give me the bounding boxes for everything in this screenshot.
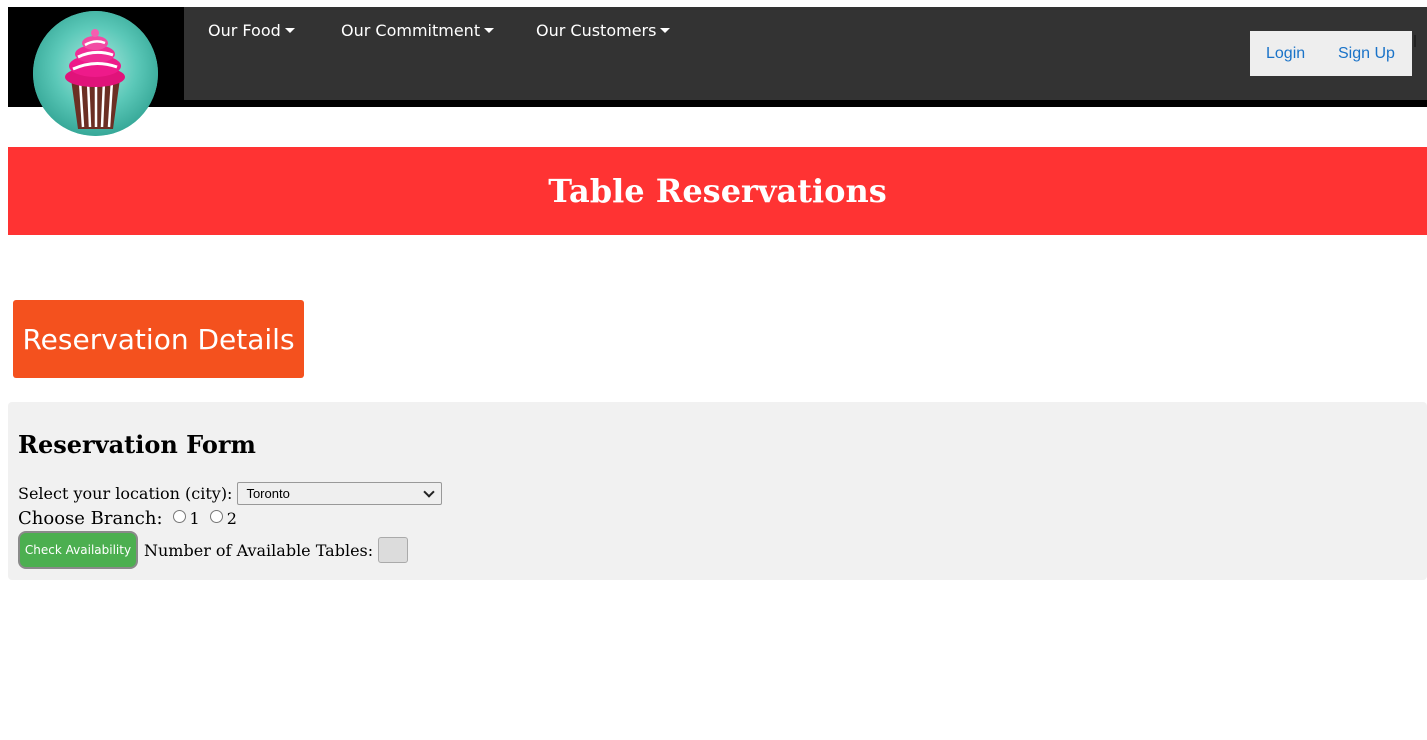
check-availability-button[interactable]: Check Availability — [18, 531, 138, 569]
location-label: Select your location (city): — [18, 484, 233, 503]
nav-label: Our Customers — [536, 21, 657, 40]
reservation-details-button[interactable]: Reservation Details — [13, 300, 304, 378]
caret-down-icon — [284, 28, 295, 33]
location-select[interactable]: Toronto — [237, 482, 443, 505]
branch-radio-2[interactable] — [209, 510, 223, 523]
main-navbar: Our Food Our Commitment Our Customers — [184, 7, 1427, 100]
signup-link[interactable]: Sign Up — [1338, 45, 1395, 63]
available-tables-field[interactable] — [378, 537, 409, 563]
availability-row: Check Availability Number of Available T… — [18, 531, 409, 569]
login-link[interactable]: Login — [1266, 45, 1305, 63]
title-banner: Table Reservations — [8, 147, 1427, 235]
nav-our-customers[interactable]: Our Customers — [536, 21, 671, 40]
branch-radio-1[interactable] — [172, 510, 186, 523]
branch-label: Choose Branch: — [18, 508, 163, 529]
location-selected-value: Toronto — [246, 486, 290, 501]
cupcake-icon — [33, 11, 158, 136]
caret-down-icon — [484, 28, 495, 33]
available-tables-label: Number of Available Tables: — [144, 540, 374, 560]
nav-our-food[interactable]: Our Food — [208, 21, 295, 40]
auth-links: Login Sign Up — [1250, 31, 1412, 76]
nav-label: Our Food — [208, 21, 281, 40]
reservation-form: Reservation Form Select your location (c… — [8, 402, 1427, 580]
nav-label: Our Commitment — [341, 21, 481, 40]
nav-our-commitment[interactable]: Our Commitment — [341, 21, 495, 40]
page-title: Table Reservations — [548, 172, 887, 210]
top-header: Our Food Our Commitment Our Customers Lo… — [8, 7, 1427, 107]
form-title: Reservation Form — [18, 430, 256, 459]
caret-down-icon — [660, 28, 671, 33]
branch-option-2-label: 2 — [226, 509, 237, 528]
location-row: Select your location (city): Toronto — [18, 482, 443, 505]
branch-row: Choose Branch: 1 2 — [18, 508, 237, 529]
divider-mark — [1414, 35, 1416, 47]
branch-option-1-label: 1 — [189, 509, 200, 528]
cupcake-logo[interactable] — [33, 11, 158, 136]
chevron-down-icon — [423, 486, 436, 498]
